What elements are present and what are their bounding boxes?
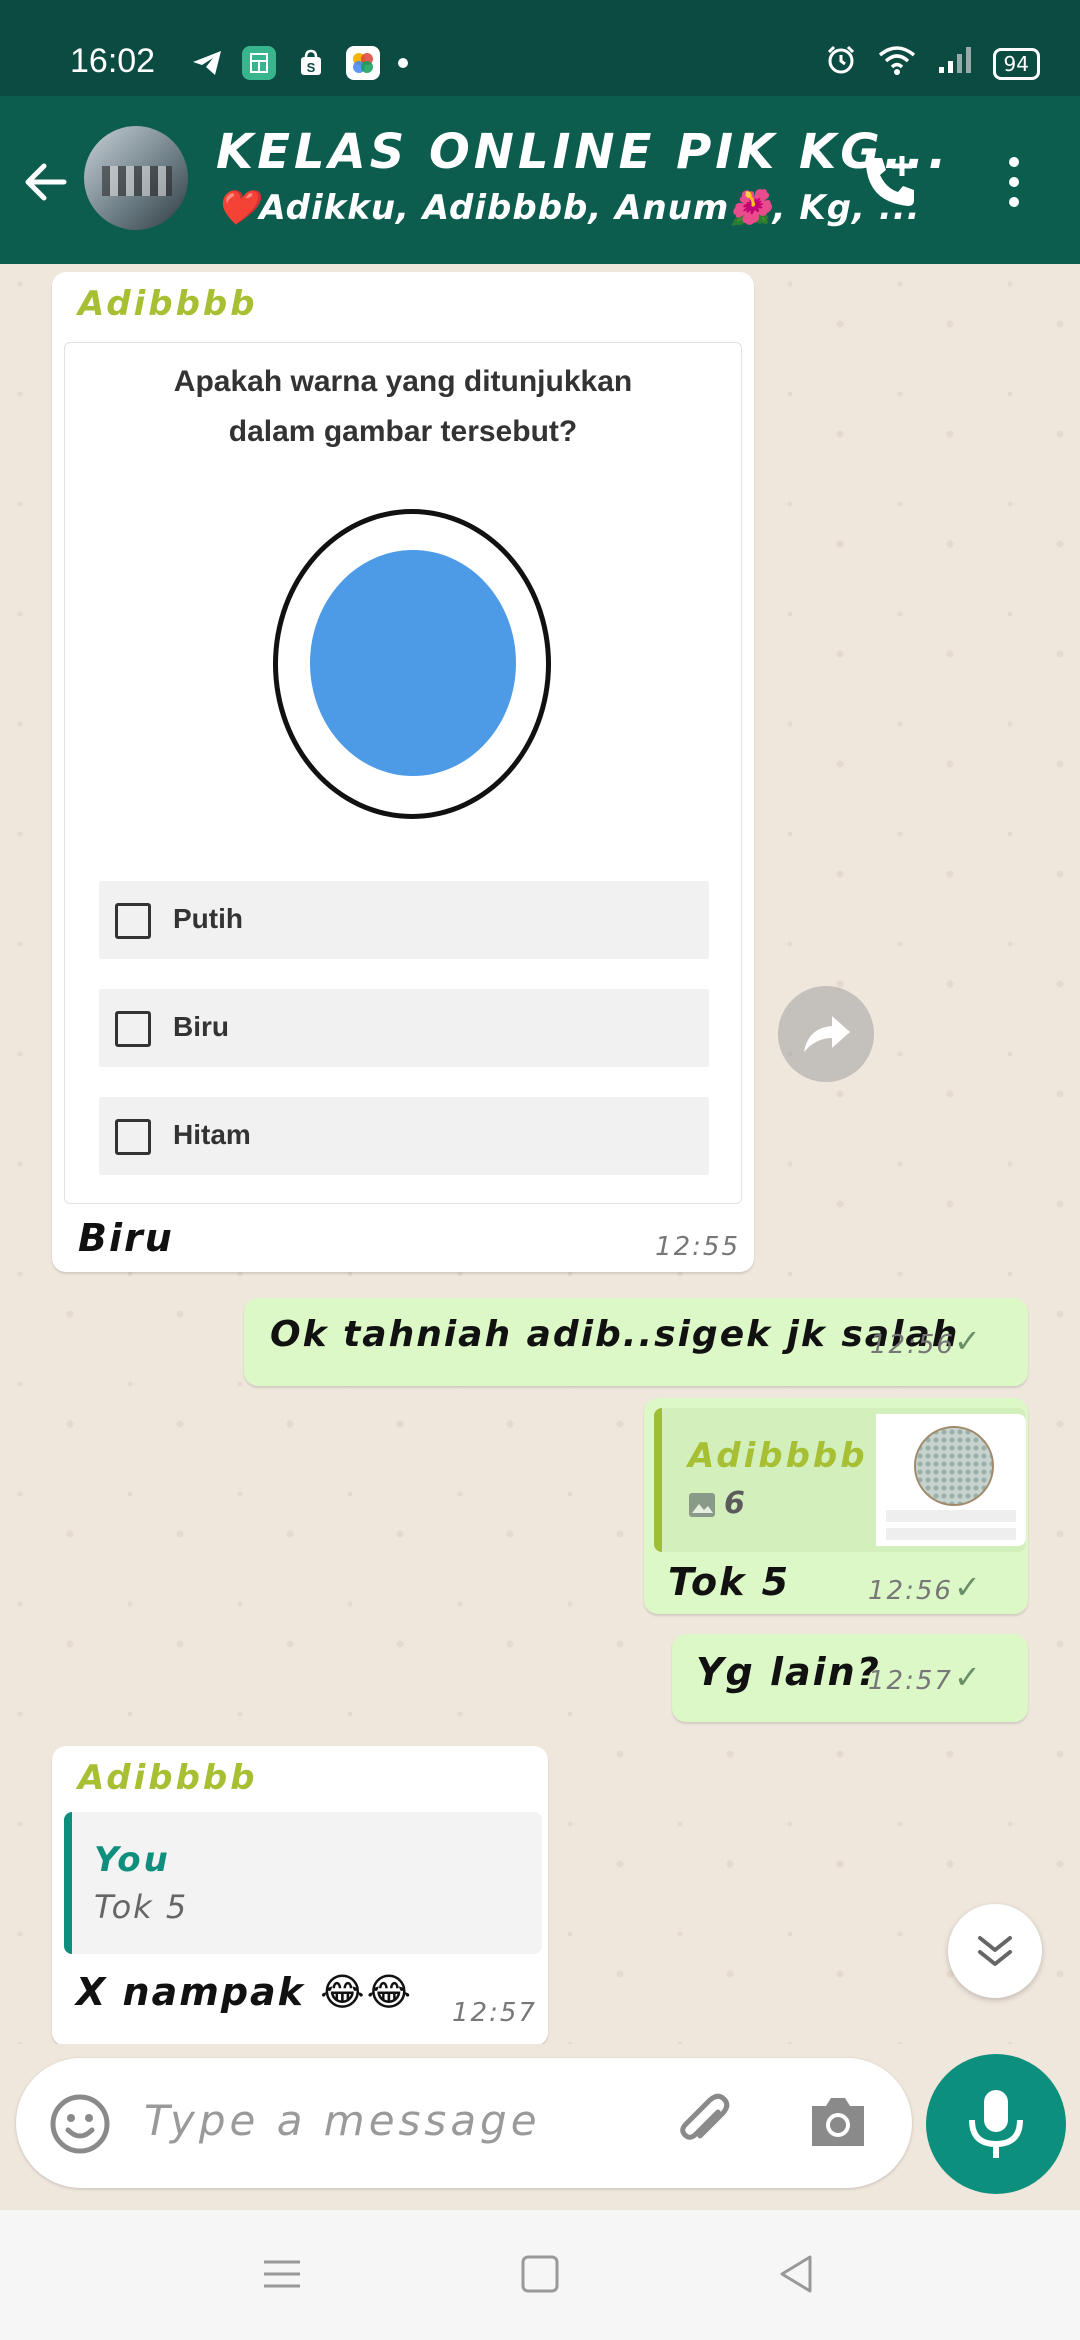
sent-check-icon: ✓ — [954, 1322, 981, 1360]
photos-icon — [346, 46, 380, 80]
incoming-image-message[interactable]: Adibbbb Apakah warna yang ditunjukkan da… — [52, 272, 754, 1272]
quiz-option-label: Putih — [173, 903, 243, 934]
message-text: Tok 5 — [668, 1560, 791, 1604]
sheets-icon — [242, 46, 276, 80]
message-time: 12:57 — [452, 1998, 537, 2028]
telegram-icon — [190, 46, 224, 80]
message-time: 12:56 — [870, 1330, 955, 1360]
status-bar: 16:02 S 94 — [0, 0, 1080, 96]
thumbnail-circle — [914, 1426, 994, 1506]
quiz-option-label: Biru — [173, 1011, 229, 1042]
outgoing-message[interactable]: Yg lain? 12:57 ✓ — [672, 1634, 1028, 1722]
sender-name: Adibbbb — [78, 284, 258, 324]
svg-text:S: S — [307, 60, 316, 75]
back-nav-icon[interactable] — [776, 2254, 816, 2298]
quiz-circle-illustration — [273, 509, 551, 819]
blue-circle — [310, 550, 516, 776]
system-icons: 94 — [825, 44, 1040, 83]
quiz-option: Biru — [99, 989, 709, 1067]
add-call-icon[interactable] — [858, 150, 922, 214]
checkbox-icon — [115, 903, 151, 939]
scroll-to-bottom-button[interactable] — [948, 1904, 1042, 1998]
chat-area[interactable]: Adibbbb Apakah warna yang ditunjukkan da… — [0, 264, 1080, 2044]
group-members[interactable]: ❤️Adikku, Adibbbb, Anum🌺, Kg, ... — [216, 188, 921, 228]
emoji-icon[interactable] — [48, 2092, 112, 2160]
notification-icons: S — [190, 46, 408, 80]
signal-icon — [937, 45, 973, 82]
image-icon — [688, 1492, 716, 1522]
shopping-bag-icon: S — [294, 46, 328, 80]
chat-header: KELAS ONLINE PIK KG... ❤️Adikku, Adibbbb… — [0, 96, 1080, 264]
quiz-question-line: Apakah warna yang ditunjukkan — [173, 365, 633, 398]
quoted-text: Tok 5 — [94, 1888, 189, 1926]
quoted-sender: You — [94, 1840, 171, 1880]
camera-icon[interactable] — [806, 2092, 870, 2156]
quoted-count: 6 — [724, 1486, 747, 1521]
quiz-option: Putih — [99, 881, 709, 959]
quiz-option: Hitam — [99, 1097, 709, 1175]
quiz-question-line: dalam gambar tersebut? — [228, 415, 578, 448]
incoming-reply-message[interactable]: Adibbbb You Tok 5 X nampak 😂😂 12:57 — [52, 1746, 548, 2044]
home-icon[interactable] — [520, 2254, 560, 2298]
system-navigation-bar — [0, 2210, 1080, 2340]
quoted-message[interactable]: You Tok 5 — [64, 1812, 542, 1954]
outgoing-reply-message[interactable]: Adibbbb 6 Tok 5 12:56 ✓ — [644, 1398, 1028, 1614]
thumbnail-line — [886, 1510, 1016, 1522]
quiz-option-label: Hitam — [173, 1119, 251, 1150]
message-caption: Biru — [78, 1216, 174, 1260]
checkbox-icon — [115, 1119, 151, 1155]
message-time: 12:57 — [868, 1666, 953, 1696]
quiz-image[interactable]: Apakah warna yang ditunjukkan dalam gamb… — [64, 342, 742, 1204]
more-notifications-dot — [398, 58, 408, 68]
sent-check-icon: ✓ — [954, 1568, 981, 1606]
voice-message-button[interactable] — [926, 2054, 1066, 2194]
message-time: 12:55 — [655, 1232, 740, 1262]
group-avatar[interactable] — [84, 126, 188, 230]
thumbnail-line — [886, 1528, 1016, 1540]
group-name[interactable]: KELAS ONLINE PIK KG... — [216, 124, 950, 180]
message-time: 12:56 — [868, 1576, 953, 1606]
more-options-icon[interactable] — [1000, 152, 1028, 212]
back-arrow-icon[interactable] — [18, 154, 74, 210]
quiz-question: Apakah warna yang ditunjukkan dalam gamb… — [65, 357, 741, 457]
sender-name: Adibbbb — [78, 1758, 258, 1798]
attachment-icon[interactable] — [672, 2090, 738, 2160]
message-input[interactable]: Type a message — [144, 2096, 541, 2145]
quoted-sender: Adibbbb — [688, 1436, 868, 1476]
outgoing-message[interactable]: Ok tahniah adib..sigek jk salah 12:56 ✓ — [244, 1298, 1028, 1386]
quoted-message[interactable]: Adibbbb 6 — [654, 1408, 1026, 1552]
battery-indicator: 94 — [992, 47, 1040, 80]
forward-button[interactable] — [778, 986, 874, 1082]
sent-check-icon: ✓ — [954, 1658, 981, 1696]
recents-icon[interactable] — [262, 2254, 302, 2298]
quoted-thumbnail — [876, 1414, 1026, 1546]
message-text: Ok tahniah adib..sigek jk salah — [270, 1314, 960, 1355]
checkbox-icon — [115, 1011, 151, 1047]
message-text: X nampak 😂😂 — [76, 1970, 413, 2014]
message-composer[interactable]: Type a message — [16, 2058, 912, 2188]
wifi-icon — [877, 45, 917, 82]
status-time: 16:02 — [70, 42, 156, 80]
message-text: Yg lain? — [696, 1650, 881, 1694]
alarm-icon — [825, 44, 857, 83]
